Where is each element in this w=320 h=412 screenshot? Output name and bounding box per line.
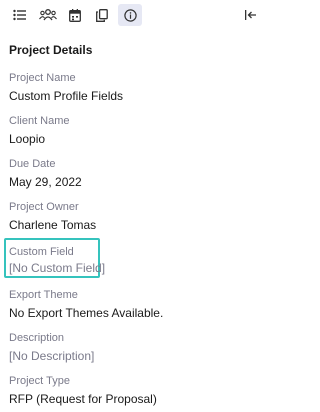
field-description: Description [No Description] <box>9 331 94 364</box>
field-export-theme: Export Theme No Export Themes Available. <box>9 288 163 321</box>
field-value: May 29, 2022 <box>9 175 82 189</box>
field-label: Project Name <box>9 72 76 84</box>
field-label: Export Theme <box>9 289 78 301</box>
field-label: Due Date <box>9 158 56 170</box>
field-due-date: Due Date May 29, 2022 <box>9 157 82 190</box>
field-value: No Export Themes Available. <box>9 306 164 320</box>
toolbar <box>0 0 264 32</box>
panel-title: Project Details <box>9 43 93 57</box>
field-custom-field[interactable]: Custom Field [No Custom Field] <box>9 245 105 276</box>
field-label: Project Owner <box>9 201 79 213</box>
list-icon[interactable] <box>8 4 32 26</box>
field-value: RFP (Request for Proposal) <box>9 392 157 406</box>
field-label: Client Name <box>9 115 70 127</box>
info-icon[interactable] <box>118 4 142 26</box>
field-label: Description <box>9 332 65 344</box>
field-value: [No Custom Field] <box>9 261 106 275</box>
field-client-name: Client Name Loopio <box>9 114 70 147</box>
field-value: Loopio <box>9 132 46 146</box>
field-value: Charlene Tomas <box>9 218 97 232</box>
collapse-panel-icon[interactable] <box>238 4 262 26</box>
copy-icon[interactable] <box>90 4 114 26</box>
field-project-type: Project Type RFP (Request for Proposal) <box>9 374 157 407</box>
field-project-name: Project Name Custom Profile Fields <box>9 71 123 104</box>
field-project-owner: Project Owner Charlene Tomas <box>9 200 96 233</box>
calendar-icon[interactable] <box>63 4 87 26</box>
field-label: Project Type <box>9 375 70 387</box>
field-value: Custom Profile Fields <box>9 89 124 103</box>
field-label: Custom Field <box>9 246 74 258</box>
team-icon[interactable] <box>36 4 60 26</box>
field-value: [No Description] <box>9 349 95 363</box>
